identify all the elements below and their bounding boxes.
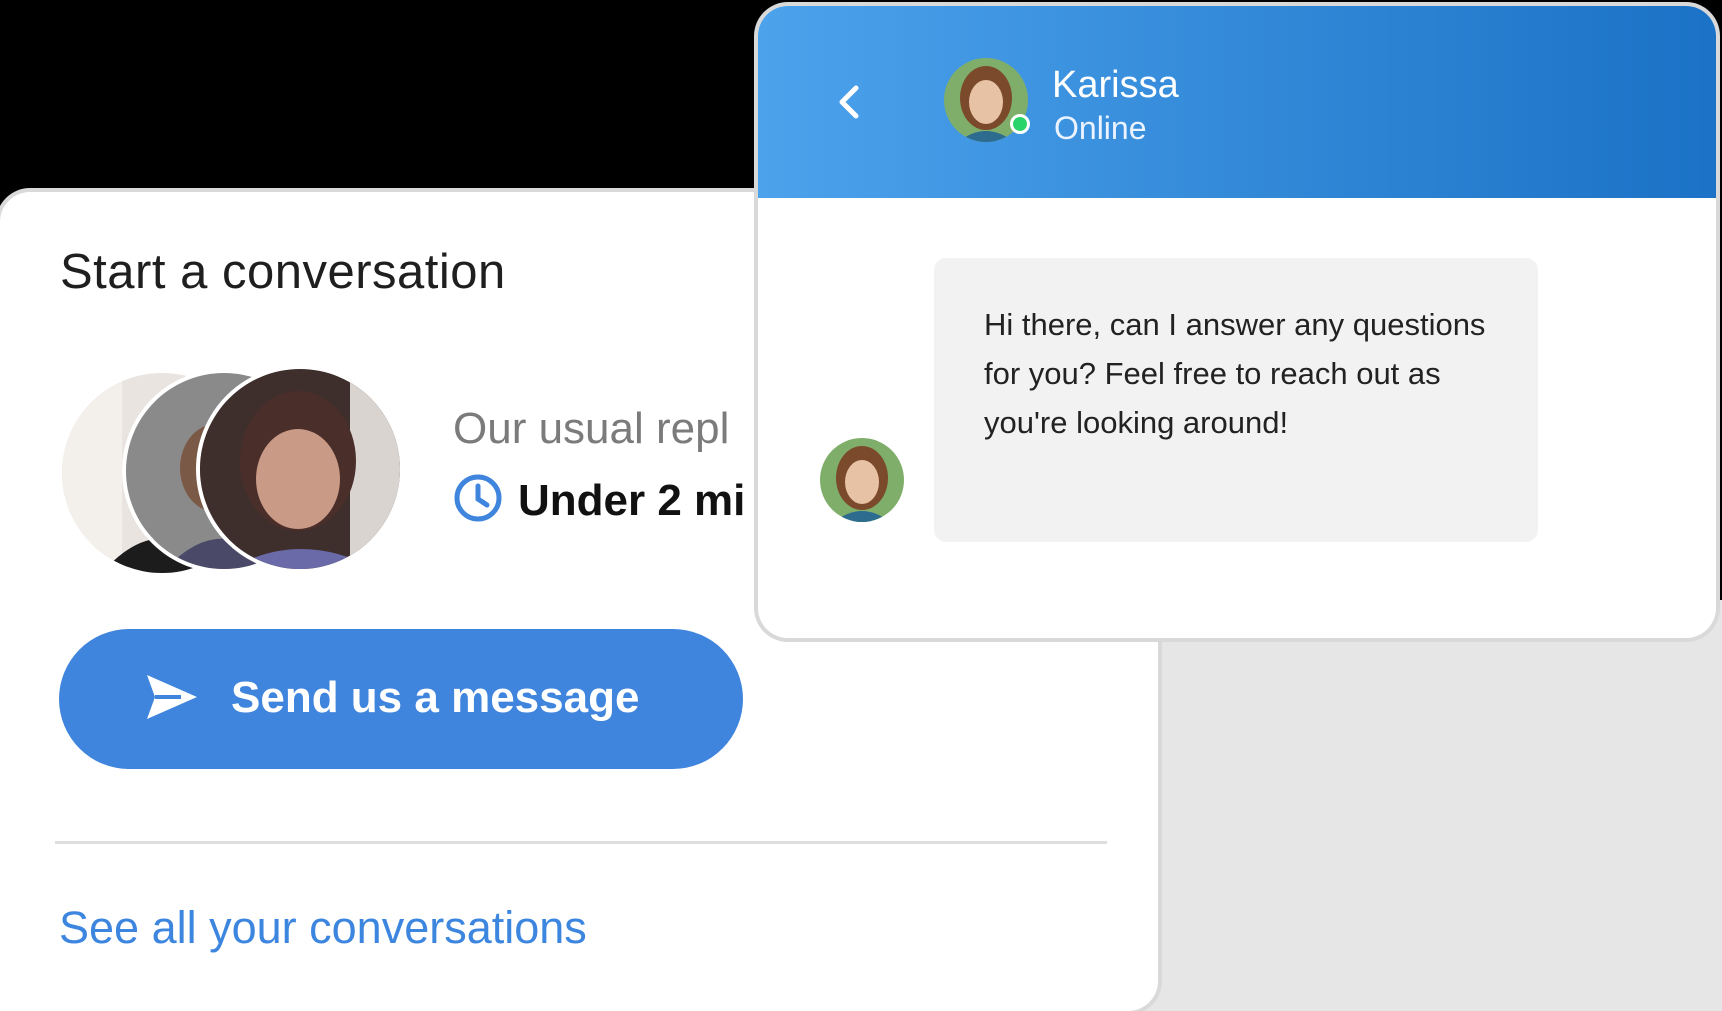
reply-time-value: Under 2 mi [518, 476, 746, 525]
background-panel [1100, 600, 1722, 1011]
chat-window: Karissa Online Hi there, can I answer an… [758, 6, 1716, 638]
send-button-label: Send us a message [231, 673, 640, 722]
agent-status: Online [1054, 110, 1147, 146]
agent-avatar [944, 58, 1030, 142]
message-bubble: Hi there, can I answer any questions for… [934, 258, 1538, 542]
message-text: Hi there, can I answer any questions for… [984, 307, 1486, 440]
team-avatar [196, 365, 404, 573]
send-message-button[interactable]: Send us a message [59, 629, 743, 769]
chevron-left-icon[interactable] [822, 74, 878, 130]
clock-icon [452, 472, 504, 524]
chat-header: Karissa Online [758, 6, 1716, 198]
agent-name: Karissa [1052, 64, 1179, 106]
message-avatar [820, 438, 904, 522]
send-icon [141, 667, 201, 727]
online-status-indicator [1010, 114, 1030, 134]
divider [55, 841, 1107, 844]
card-title: Start a conversation [60, 245, 506, 299]
reply-time-label: Our usual repl [453, 404, 730, 453]
see-all-conversations-link[interactable]: See all your conversations [59, 902, 587, 954]
